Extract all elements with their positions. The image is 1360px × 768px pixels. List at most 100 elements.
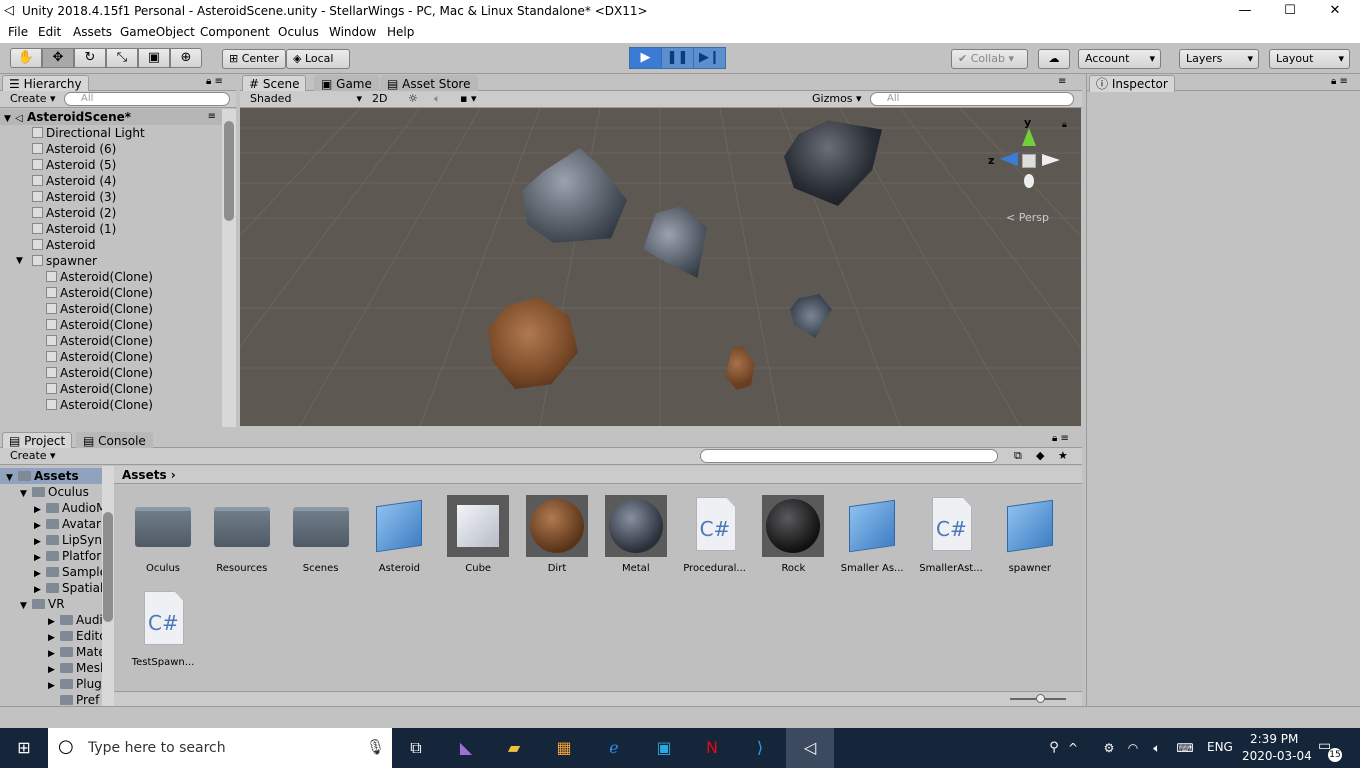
folder-tree-item[interactable]: ▼ VR [20, 596, 65, 612]
gizmo-lock-icon[interactable]: 🔒︎ [1062, 120, 1067, 130]
orientation-gizmo[interactable]: y z 🔒︎ < Persp [988, 116, 1081, 226]
play-button[interactable]: ▶ [629, 47, 662, 69]
hierarchy-item[interactable]: Asteroid (1) [0, 221, 222, 237]
hierarchy-item[interactable]: Asteroid (5) [0, 157, 222, 173]
asset-item[interactable]: Metal [597, 493, 675, 579]
scene-viewport[interactable]: y z 🔒︎ < Persp [240, 108, 1081, 426]
tab-asset-store[interactable]: ▤ Asset Store [380, 75, 478, 92]
tab-scene[interactable]: # Scene [242, 75, 307, 92]
gizmo-neg-y[interactable] [1024, 174, 1034, 188]
scale-tool-icon[interactable]: ⤡ [106, 48, 138, 68]
hierarchy-item[interactable]: Asteroid(Clone) [0, 349, 222, 365]
gizmo-center-cube[interactable] [1022, 154, 1036, 168]
folder-tree-item[interactable]: ▶ AudioM [34, 500, 106, 516]
folder-tree-item[interactable]: ▶ Mate [48, 644, 106, 660]
folder-tree-item[interactable]: ▶ Plug [48, 676, 102, 692]
hierarchy-item[interactable]: Asteroid(Clone) [0, 301, 222, 317]
asset-item[interactable]: C# SmallerAst... [912, 493, 990, 579]
folder-tree-item[interactable]: ▶ Spatial [34, 580, 103, 596]
menu-oculus[interactable]: Oculus [278, 25, 319, 39]
expand-arrow-icon[interactable]: ▼ [20, 486, 32, 502]
scene-root-row[interactable]: ▼ ◁ AsteroidScene* ≡ [0, 109, 222, 125]
tree-scroll-thumb[interactable] [103, 512, 113, 622]
hierarchy-item[interactable]: Asteroid(Clone) [0, 397, 222, 413]
2d-toggle[interactable]: 2D [372, 92, 387, 107]
expand-arrow-icon[interactable]: ▼ [20, 598, 32, 614]
hierarchy-scroll-thumb[interactable] [224, 121, 234, 221]
favorite-star-icon[interactable]: ★ [1058, 449, 1068, 464]
hierarchy-item[interactable]: Asteroid (6) [0, 141, 222, 157]
hierarchy-item[interactable]: Asteroid(Clone) [0, 381, 222, 397]
hierarchy-item[interactable]: Asteroid (4) [0, 173, 222, 189]
expand-arrow-icon[interactable]: ▼ [16, 253, 23, 269]
hierarchy-item[interactable]: Asteroid(Clone) [0, 269, 222, 285]
language-indicator[interactable]: ENG [1207, 740, 1233, 754]
visual-studio-icon[interactable]: ◣ [442, 728, 490, 768]
expand-arrow-icon[interactable]: ▼ [6, 470, 18, 486]
pause-button[interactable]: ❚❚ [661, 47, 694, 69]
unity-taskbar-icon[interactable]: ◁ [786, 728, 834, 768]
asset-item[interactable]: C# Procedural... [676, 493, 754, 579]
layers-dropdown[interactable]: Layers ▾ [1179, 49, 1259, 69]
menu-file[interactable]: File [8, 25, 28, 39]
collab-dropdown[interactable]: ✔ Collab ▾ [951, 49, 1028, 69]
hierarchy-item[interactable]: Asteroid (3) [0, 189, 222, 205]
folder-tree-item[interactable]: ▶ Mesl [48, 660, 103, 676]
wifi-icon[interactable]: ◠ [1120, 728, 1146, 768]
rotate-tool-icon[interactable]: ↻ [74, 48, 106, 68]
tray-app-icon[interactable]: ⚙ [1096, 728, 1122, 768]
file-explorer-icon[interactable]: ▰ [490, 728, 538, 768]
tray-chevron-icon[interactable]: ^ [1060, 728, 1086, 768]
lock-icon[interactable]: 🔒︎ ≡ [206, 76, 223, 87]
cloud-icon[interactable]: ☁ [1038, 49, 1070, 69]
folder-tree-item[interactable]: ▶ Avatar [34, 516, 101, 532]
folder-tree-item[interactable]: ▶ Edito [48, 628, 107, 644]
scene-search-input[interactable]: All [870, 92, 1074, 106]
asset-item[interactable]: C# TestSpawn... [124, 587, 202, 673]
project-create-dropdown[interactable]: Create ▾ [10, 449, 56, 464]
menu-assets[interactable]: Assets [73, 25, 112, 39]
pivot-center-button[interactable]: ⊞ Center [222, 49, 286, 69]
tab-hierarchy[interactable]: ☰ Hierarchy [2, 75, 89, 92]
store-icon[interactable]: ▦ [540, 728, 588, 768]
vscode-icon[interactable]: ⟩ [736, 728, 784, 768]
keyboard-icon[interactable]: ⌨ [1170, 728, 1200, 768]
close-button[interactable]: ✕ [1312, 0, 1358, 23]
scene-menu-icon[interactable]: ≡ [1058, 76, 1066, 87]
move-tool-icon[interactable]: ✥ [42, 48, 74, 68]
asset-item[interactable]: Smaller As... [833, 493, 911, 579]
folder-tree-item[interactable]: ▶ Platfor [34, 548, 101, 564]
hierarchy-item[interactable]: Asteroid [0, 237, 222, 253]
shading-dropdown[interactable]: Shaded ▾ [250, 92, 362, 107]
menu-edit[interactable]: Edit [38, 25, 61, 39]
minimize-button[interactable]: — [1222, 0, 1268, 23]
hierarchy-item[interactable]: Asteroid(Clone) [0, 285, 222, 301]
gizmo-y-arrow[interactable] [1022, 128, 1036, 146]
tab-game[interactable]: ▣ Game [314, 75, 379, 92]
project-search-input[interactable] [700, 449, 998, 463]
folder-tree-item[interactable]: ▼ Oculus [20, 484, 89, 500]
audio-toggle-icon[interactable]: 🔈︎ [434, 92, 441, 107]
folder-tree-item[interactable]: ▶ Sample [34, 564, 107, 580]
asset-item[interactable]: Scenes [282, 493, 360, 579]
gizmo-z-arrow[interactable] [1000, 152, 1018, 166]
maximize-button[interactable]: ☐ [1267, 0, 1313, 23]
lighting-toggle-icon[interactable]: ☼ [408, 92, 418, 107]
tree-scrollbar[interactable] [102, 466, 114, 706]
tab-project[interactable]: ▤ Project [2, 432, 73, 449]
filter-type-icon[interactable]: ⧉ [1014, 449, 1022, 464]
hand-tool-icon[interactable]: ✋ [10, 48, 42, 68]
asset-item[interactable]: Asteroid [360, 493, 438, 579]
windows-start-icon[interactable]: ⊞ [0, 728, 48, 768]
asset-item[interactable]: spawner [991, 493, 1069, 579]
hierarchy-item[interactable]: Directional Light [0, 125, 222, 141]
asset-item[interactable]: Dirt [518, 493, 596, 579]
asset-item[interactable]: Oculus [124, 493, 202, 579]
hierarchy-create-dropdown[interactable]: Create ▾ [10, 92, 56, 107]
gizmos-dropdown[interactable]: Gizmos ▾ [812, 92, 862, 107]
scene-menu-icon[interactable]: ≡ [208, 109, 216, 125]
asset-item[interactable]: Cube [439, 493, 517, 579]
asset-item[interactable]: Rock [754, 493, 832, 579]
gizmo-x-arrow[interactable] [1042, 154, 1060, 166]
hierarchy-item[interactable]: Asteroid(Clone) [0, 365, 222, 381]
